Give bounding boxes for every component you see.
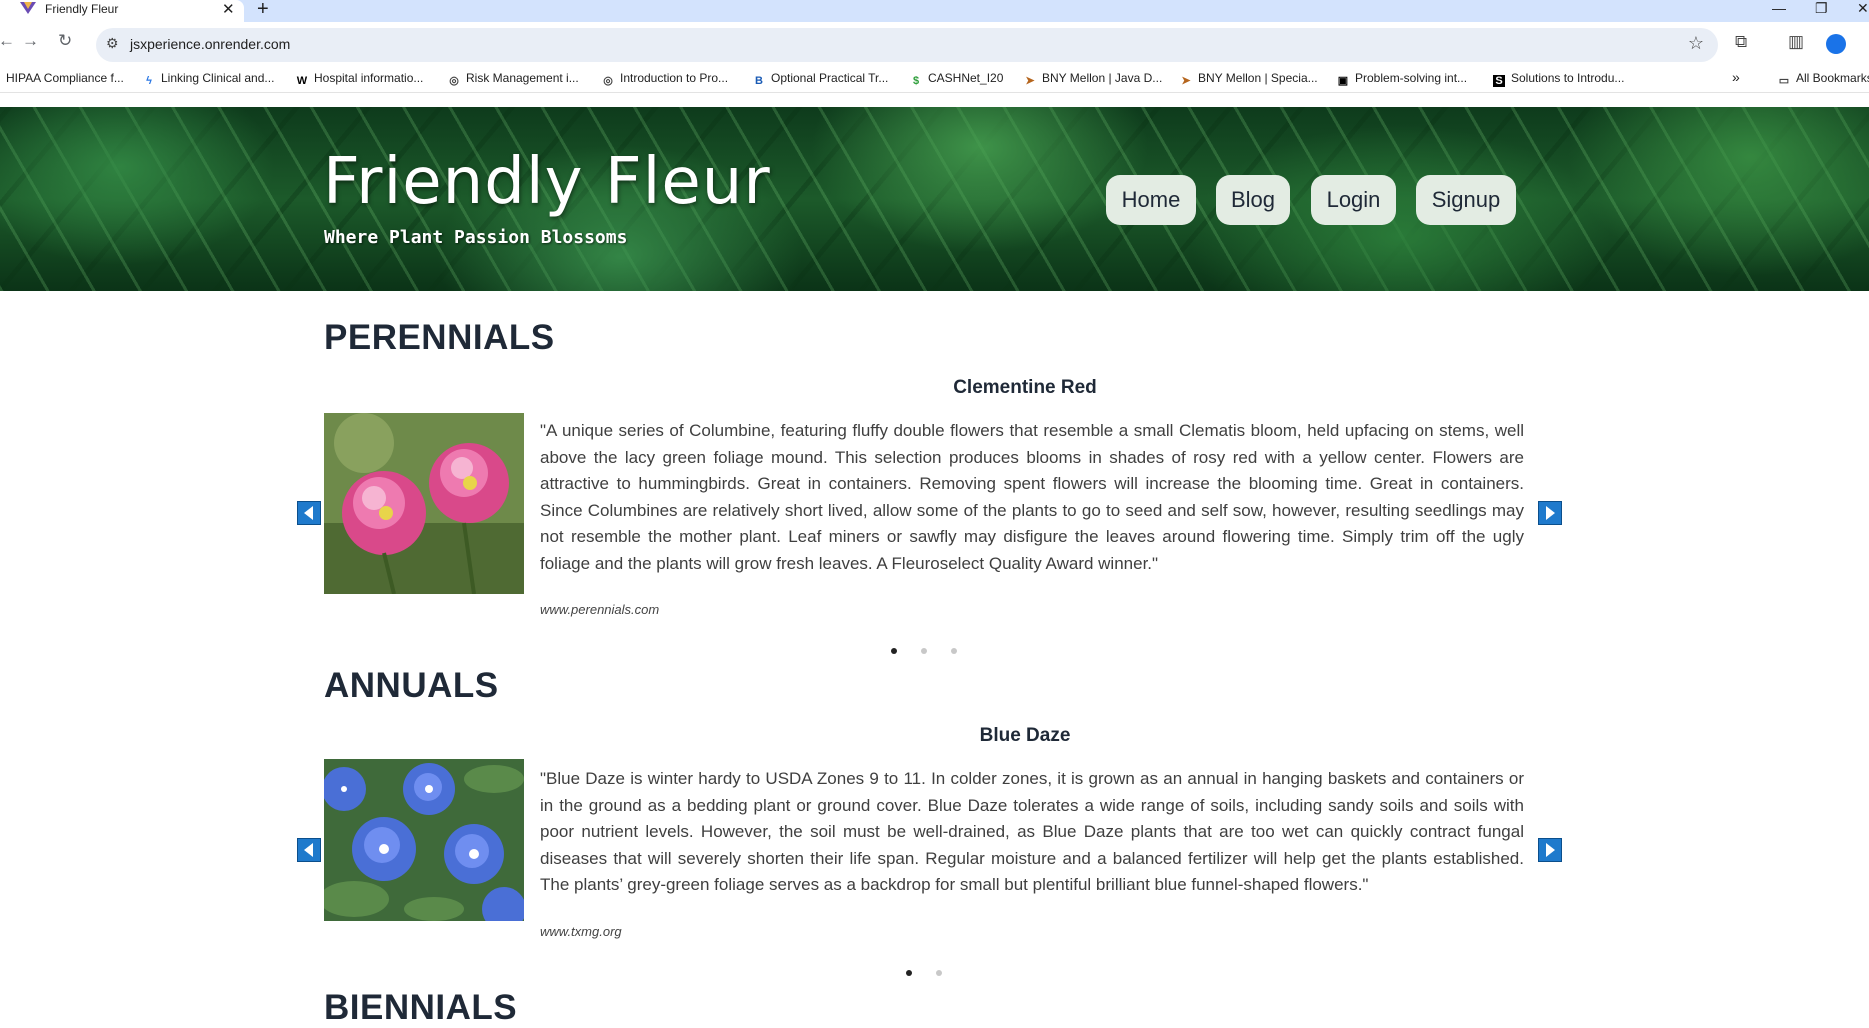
bookmark-label: CASHNet_I20 [928,71,1004,85]
reload-icon[interactable]: ↻ [58,31,72,51]
nav-signup-button[interactable]: Signup [1416,175,1516,225]
bookmark-item[interactable]: ➤ BNY Mellon | Specia... [1180,71,1318,87]
source-link[interactable]: www.txmg.org [540,924,622,939]
bookmark-item[interactable]: ▣ Problem-solving int... [1337,71,1467,87]
bookmark-favicon-icon: ▣ [1337,75,1349,87]
carousel-prev-button[interactable] [297,501,321,525]
bookmark-label: Hospital informatio... [314,71,424,85]
new-tab-icon[interactable]: + [257,0,269,21]
bookmark-item[interactable]: ➤ BNY Mellon | Java D... [1024,71,1162,87]
bookmark-label: BNY Mellon | Java D... [1042,71,1163,85]
browser-toolbar: ← → ↻ ⚙ jsxperience.onrender.com ☆ ⧉ ▥ [0,22,1869,66]
carousel-dot[interactable] [921,648,927,654]
plant-description: "A unique series of Columbine, featuring… [540,421,1524,573]
more-bookmarks-icon[interactable]: » [1732,69,1740,85]
nav-login-button[interactable]: Login [1311,175,1396,225]
bookmark-item[interactable]: ◎ Introduction to Pro... [602,71,728,87]
close-tab-icon[interactable]: ✕ [222,0,235,18]
bookmarks-bar: HIPAA Compliance f... ϟ Linking Clinical … [0,66,1869,93]
all-bookmarks-folder[interactable]: ▭ All Bookmarks [1778,71,1869,87]
bookmark-label: Problem-solving int... [1355,71,1468,85]
folder-icon: ▭ [1778,75,1790,87]
site-tagline: Where Plant Passion Blossoms [324,227,628,248]
bookmark-favicon-icon: ➤ [1025,75,1035,87]
plant-description: "Blue Daze is winter hardy to USDA Zones… [540,769,1524,894]
tab-title: Friendly Fleur [45,2,119,16]
bookmark-label: Optional Practical Tr... [771,71,889,85]
carousel-prev-button[interactable] [297,838,321,862]
arrow-right-icon [1546,506,1555,520]
bookmark-label: Linking Clinical and... [161,71,275,85]
bookmark-favicon-icon: ➤ [1181,75,1191,87]
bookmark-label: Risk Management i... [466,71,579,85]
side-panel-icon[interactable]: ▥ [1788,32,1804,52]
globe-icon: ◎ [449,75,459,87]
tab-strip: Friendly Fleur ✕ + — ❐ ✕ [0,0,1869,22]
carousel-dot[interactable] [906,970,912,976]
restore-icon[interactable]: ❐ [1815,0,1828,17]
globe-icon: ◎ [603,75,613,87]
minimize-icon[interactable]: — [1772,0,1786,16]
bookmark-favicon-icon: $ [912,75,920,87]
bookmark-label: BNY Mellon | Specia... [1198,71,1318,85]
carousel-indicators [891,648,961,658]
nav-home-button[interactable]: Home [1106,175,1196,225]
bookmark-item[interactable]: HIPAA Compliance f... [6,71,124,85]
bookmark-label: Solutions to Introdu... [1511,71,1625,85]
arrow-left-icon [304,506,313,520]
bookmark-favicon-icon: ϟ [146,75,152,87]
carousel-next-button[interactable] [1538,501,1562,525]
back-icon[interactable]: ← [0,31,15,51]
forward-icon[interactable]: → [22,31,39,51]
site-brand[interactable]: Friendly Fleur [323,145,771,219]
bookmark-label: Introduction to Pro... [620,71,729,85]
section-title-biennials: BIENNIALS [324,988,518,1027]
url-text[interactable]: jsxperience.onrender.com [130,36,290,52]
bookmark-item[interactable]: ◎ Risk Management i... [448,71,579,87]
plant-name: Blue Daze [979,725,1071,746]
bookmark-favicon-icon: S [1493,75,1505,87]
nav-blog-button[interactable]: Blog [1216,175,1290,225]
plant-name: Clementine Red [953,377,1097,398]
source-link[interactable]: www.perennials.com [540,602,659,617]
bookmark-item[interactable]: $ CASHNet_I20 [910,71,1003,87]
carousel-dot[interactable] [951,648,957,654]
bookmark-star-icon[interactable]: ☆ [1688,33,1704,54]
arrow-left-icon [304,843,313,857]
bookmark-label: All Bookmarks [1796,71,1869,85]
site-favicon-icon [20,2,36,14]
close-window-icon[interactable]: ✕ [1857,0,1869,17]
extensions-icon[interactable]: ⧉ [1735,32,1747,52]
plant-image [319,759,526,931]
section-title-annuals: ANNUALS [324,666,499,705]
address-bar[interactable]: ⚙ jsxperience.onrender.com ☆ [96,28,1718,62]
arrow-right-icon [1546,843,1555,857]
plant-image [324,413,524,595]
wikipedia-icon: W [296,75,308,87]
bookmark-label: HIPAA Compliance f... [6,71,124,85]
bookmark-item[interactable]: ϟ Linking Clinical and... [143,71,274,87]
bookmark-favicon-icon: B [755,75,763,87]
carousel-indicators [906,970,946,980]
profile-avatar[interactable] [1826,34,1846,54]
hero-banner: Friendly Fleur Where Plant Passion Bloss… [0,107,1869,291]
browser-tab[interactable]: Friendly Fleur ✕ [0,0,244,22]
bookmark-item[interactable]: B Optional Practical Tr... [753,71,888,87]
carousel-dot[interactable] [936,970,942,976]
carousel-next-button[interactable] [1538,838,1562,862]
bookmark-item[interactable]: S Solutions to Introdu... [1493,71,1624,87]
site-info-icon[interactable]: ⚙ [106,35,119,52]
carousel-dot[interactable] [891,648,897,654]
bookmark-item[interactable]: W Hospital informatio... [296,71,424,87]
section-title-perennials: PERENNIALS [324,318,555,357]
